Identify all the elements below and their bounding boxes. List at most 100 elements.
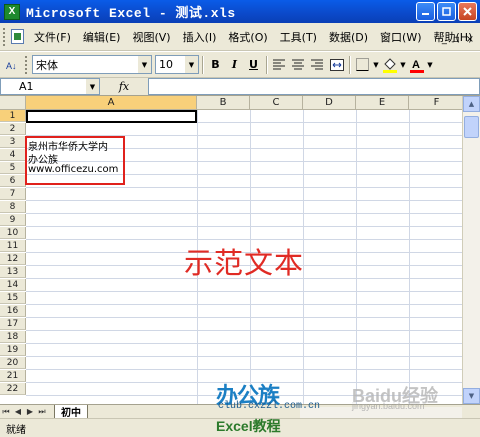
row-header[interactable]: 22 — [0, 383, 26, 395]
menu-bar: 文件(F) 编辑(E) 视图(V) 插入(I) 格式(O) 工具(T) 数据(D… — [0, 23, 480, 51]
name-box[interactable]: A1 ▼ — [0, 78, 100, 95]
sheet-tab-active[interactable]: 初中 — [54, 404, 88, 419]
chevron-down-icon[interactable]: ▼ — [86, 79, 99, 94]
active-cell-a1[interactable] — [26, 110, 197, 123]
merge-center-button[interactable] — [327, 55, 346, 75]
gridline — [26, 226, 462, 227]
row-header[interactable]: 4 — [0, 149, 26, 161]
align-right-button[interactable] — [308, 55, 327, 75]
gridline — [26, 369, 462, 370]
row-header[interactable]: 11 — [0, 240, 26, 252]
menu-window[interactable]: 窗口(W) — [374, 29, 427, 45]
menu-file[interactable]: 文件(F) — [28, 29, 77, 45]
column-header-f[interactable]: F — [409, 96, 462, 110]
font-color-dropdown[interactable]: ▼ — [426, 55, 434, 75]
column-header-b[interactable]: B — [197, 96, 250, 110]
fill-bucket-icon — [382, 57, 397, 73]
fill-color-button[interactable] — [380, 55, 399, 75]
column-header-e[interactable]: E — [356, 96, 409, 110]
doc-minimize-button[interactable]: _ — [442, 34, 447, 45]
align-center-button[interactable] — [289, 55, 308, 75]
merge-center-icon — [329, 58, 344, 71]
formula-bar: A1 ▼ fx — [0, 78, 480, 96]
insert-function-button[interactable]: fx — [100, 80, 148, 93]
align-left-icon — [273, 59, 285, 70]
row-header[interactable]: 18 — [0, 331, 26, 343]
row-header[interactable]: 20 — [0, 357, 26, 369]
select-all-corner[interactable] — [0, 96, 26, 110]
next-sheet-button[interactable]: ▶ — [24, 407, 36, 416]
underline-button[interactable]: U — [244, 55, 263, 75]
column-header-c[interactable]: C — [250, 96, 303, 110]
doc-restore-button[interactable]: ▫ — [453, 34, 460, 45]
align-right-icon — [311, 59, 323, 70]
fill-color-dropdown[interactable]: ▼ — [399, 55, 407, 75]
sample-text: 示范文本 — [184, 246, 305, 280]
row-header[interactable]: 17 — [0, 318, 26, 330]
column-header-d[interactable]: D — [303, 96, 356, 110]
menu-view[interactable]: 视图(V) — [126, 29, 176, 45]
gridline — [26, 330, 462, 331]
scroll-up-button[interactable]: ▲ — [463, 96, 480, 112]
row-header[interactable]: 2 — [0, 123, 26, 135]
chevron-down-icon[interactable]: ▼ — [138, 56, 151, 73]
menu-insert[interactable]: 插入(I) — [177, 29, 223, 45]
gridline — [26, 291, 462, 292]
borders-button[interactable] — [353, 55, 372, 75]
first-sheet-button[interactable]: ⏮ — [0, 407, 12, 417]
gridline — [26, 356, 462, 357]
row-header[interactable]: 10 — [0, 227, 26, 239]
row-header[interactable]: 8 — [0, 201, 26, 213]
row-header[interactable]: 1 — [0, 110, 26, 122]
row-header[interactable]: 12 — [0, 253, 26, 265]
minimize-icon — [422, 13, 429, 15]
column-header-a[interactable]: A — [26, 96, 197, 110]
menu-data[interactable]: 数据(D) — [323, 29, 374, 45]
scroll-down-button[interactable]: ▼ — [463, 388, 480, 404]
maximize-button[interactable] — [437, 2, 456, 21]
title-bar: X Microsoft Excel - 测试.xls — [0, 0, 480, 23]
row-header[interactable]: 7 — [0, 188, 26, 200]
align-left-button[interactable] — [270, 55, 289, 75]
row-header[interactable]: 6 — [0, 175, 26, 187]
font-size-select[interactable]: 10 ▼ — [155, 55, 199, 74]
italic-button[interactable]: I — [225, 55, 244, 75]
font-name-select[interactable]: 宋体 ▼ — [32, 55, 152, 74]
gridline — [26, 187, 462, 188]
workbook-icon[interactable] — [11, 29, 24, 44]
prev-sheet-button[interactable]: ◀ — [12, 407, 24, 416]
vertical-scrollbar[interactable]: ▲ ▼ — [462, 96, 480, 404]
row-header[interactable]: 14 — [0, 279, 26, 291]
close-button[interactable] — [458, 2, 477, 21]
menu-edit[interactable]: 编辑(E) — [77, 29, 127, 45]
row-header[interactable]: 16 — [0, 305, 26, 317]
last-sheet-button[interactable]: ⏭ — [36, 407, 48, 417]
scroll-thumb[interactable] — [464, 116, 479, 138]
row-header[interactable]: 21 — [0, 370, 26, 382]
row-header[interactable]: 3 — [0, 136, 26, 148]
bold-button[interactable]: B — [206, 55, 225, 75]
chevron-down-icon[interactable]: ▼ — [185, 56, 198, 73]
doc-close-button[interactable]: × — [466, 34, 474, 45]
highlight-box — [25, 136, 125, 185]
minimize-button[interactable] — [416, 2, 435, 21]
separator — [266, 55, 267, 74]
row-header[interactable]: 9 — [0, 214, 26, 226]
excel-app-icon[interactable]: X — [4, 3, 20, 20]
gridline — [409, 110, 410, 404]
borders-dropdown[interactable]: ▼ — [372, 55, 380, 75]
align-center-icon — [292, 59, 304, 70]
menu-format[interactable]: 格式(O) — [222, 29, 273, 45]
font-color-button[interactable]: A — [407, 55, 426, 75]
gridline — [26, 213, 462, 214]
separator — [202, 55, 203, 74]
row-header[interactable]: 5 — [0, 162, 26, 174]
formula-input[interactable] — [148, 78, 480, 95]
sort-icon[interactable]: A↓ — [3, 55, 22, 75]
row-header[interactable]: 19 — [0, 344, 26, 356]
row-header[interactable]: 15 — [0, 292, 26, 304]
status-text: 就绪 — [6, 424, 26, 436]
menu-tools[interactable]: 工具(T) — [274, 29, 323, 45]
row-header[interactable]: 13 — [0, 266, 26, 278]
maximize-icon — [442, 7, 451, 16]
